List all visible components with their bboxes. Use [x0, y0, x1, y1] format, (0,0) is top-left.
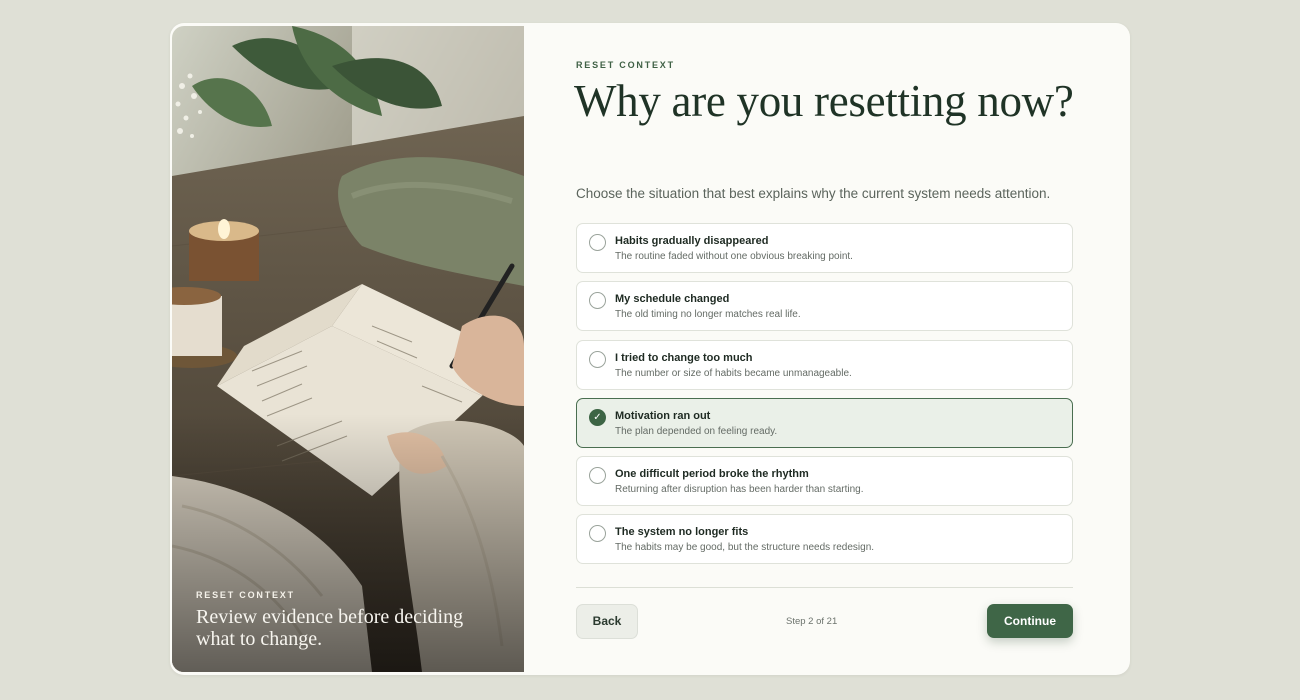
section-eyebrow: RESET CONTEXT: [576, 60, 675, 70]
option-description: The routine faded without one obvious br…: [615, 251, 853, 262]
option-card[interactable]: One difficult period broke the rhythm Ret…: [576, 456, 1073, 507]
page-title: Why are you resetting now?: [574, 76, 1074, 126]
checkmark-icon: ✓: [593, 411, 602, 423]
option-label: Habits gradually disappeared: [615, 235, 769, 247]
option-card[interactable]: I tried to change too much The number or …: [576, 339, 1073, 390]
option-description: The number or size of habits became unma…: [615, 367, 852, 379]
page-subtitle: Choose the situation that best explains …: [576, 186, 1051, 201]
option-label: I tried to change too much: [615, 351, 753, 364]
continue-button[interactable]: Continue: [987, 604, 1073, 638]
option-card[interactable]: The system no longer fits The habits may …: [576, 514, 1073, 565]
radio-checked-icon[interactable]: ✓: [589, 408, 606, 426]
option-label: My schedule changed: [615, 293, 730, 306]
option-description: Returning after disruption has been hard…: [615, 484, 864, 496]
radio-icon[interactable]: [589, 234, 606, 251]
photo-caption: RESET CONTEXT Review evidence before dec…: [196, 590, 506, 650]
journal-photo: RESET CONTEXT Review evidence before dec…: [172, 26, 524, 672]
option-card[interactable]: My schedule changed The old timing no lon…: [576, 281, 1073, 332]
step-indicator: Step 2 of 21: [786, 616, 838, 627]
radio-icon[interactable]: [589, 350, 606, 368]
radio-icon[interactable]: [589, 292, 606, 310]
radio-icon[interactable]: [589, 467, 606, 485]
photo-eyebrow: RESET CONTEXT: [196, 590, 295, 600]
option-card[interactable]: Habits gradually disappeared The routine …: [576, 223, 1073, 273]
footer-divider: [576, 587, 1073, 588]
option-description: The habits may be good, but the structur…: [615, 542, 875, 554]
journal-illustration: [172, 26, 524, 672]
question-panel: RESET CONTEXT Why are you resetting now?…: [574, 23, 1076, 675]
option-description: The old timing no longer matches real li…: [615, 309, 801, 321]
option-label: The system no longer fits: [615, 526, 749, 539]
options-list: Habits gradually disappeared The routine …: [576, 223, 1073, 573]
option-label: Motivation ran out: [615, 409, 711, 422]
option-card[interactable]: ✓ Motivation ran out The plan depended on …: [576, 397, 1073, 448]
back-button[interactable]: Back: [576, 604, 638, 639]
option-description: The plan depended on feeling ready.: [615, 425, 778, 437]
photo-caption-text: Review evidence before deciding what to …: [196, 606, 464, 650]
option-label: One difficult period broke the rhythm: [615, 468, 809, 481]
onboarding-card: RESET CONTEXT Review evidence before dec…: [170, 23, 1130, 675]
radio-icon[interactable]: [589, 525, 606, 543]
